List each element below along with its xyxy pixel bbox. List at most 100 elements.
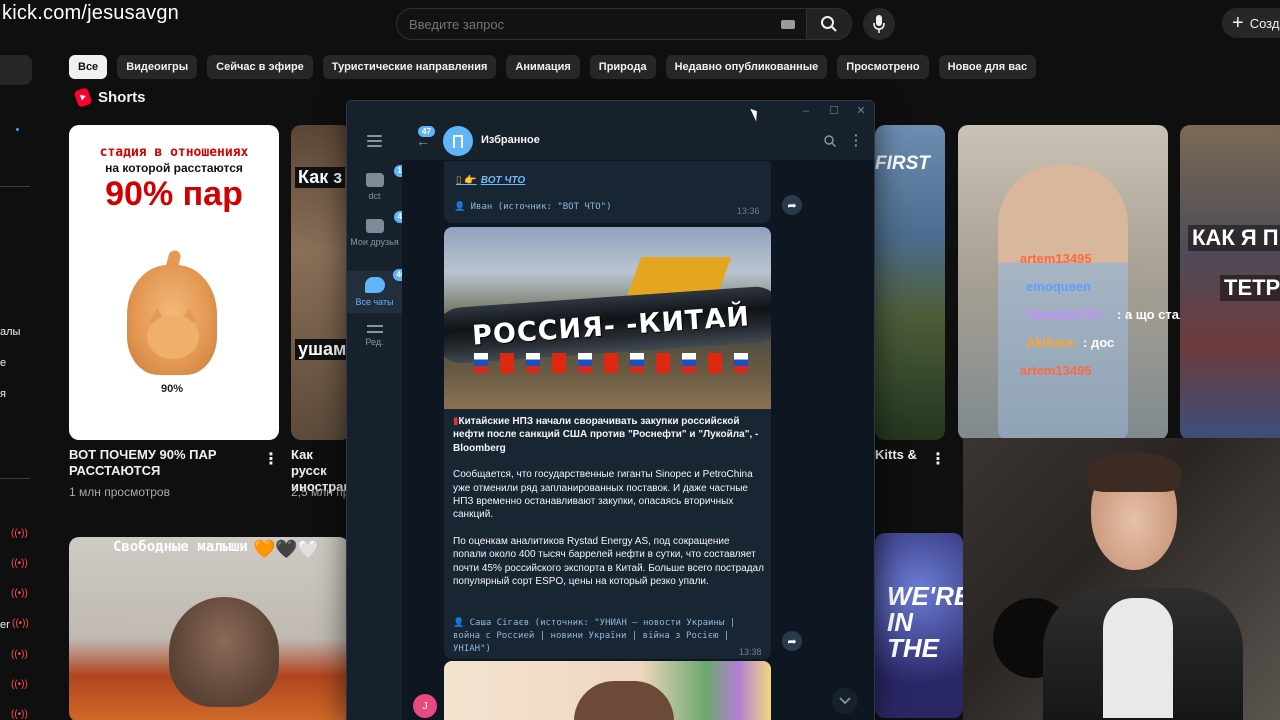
sidebar-item-label[interactable]: er (0, 619, 10, 631)
pointing-emoji-icon: ▯ 👉 (456, 175, 477, 186)
chat-title[interactable]: Избранное (481, 134, 540, 146)
folder-edit[interactable]: Ред. (347, 325, 402, 361)
shorts-section-header: Shorts (73, 87, 146, 108)
short-thumbnail[interactable]: КАК Я П ТЕТР (1180, 125, 1280, 440)
hearts-emoji: 🧡🖤🤍 (253, 539, 321, 559)
share-icon[interactable]: ➦ (782, 195, 802, 215)
keyboard-icon[interactable] (781, 20, 795, 29)
sidebar-item-home[interactable] (0, 55, 32, 85)
folder-sidebar: 188 dct 44 Мои друзья 407 Все чаты Ред. (347, 121, 415, 720)
video-title[interactable]: Kitts & (875, 447, 925, 463)
thumbnail-text: WE'RE IN THE (887, 581, 963, 663)
streamer-hair (1087, 452, 1181, 492)
chip[interactable]: Природа (589, 55, 656, 79)
stream-watermark: kick.com/jesusavgn (2, 2, 179, 24)
short-thumbnail[interactable]: стадия в отношениях на которой расстаютс… (69, 125, 279, 440)
short-thumbnail[interactable]: FIRST (875, 125, 945, 440)
search-icon[interactable] (824, 134, 837, 152)
message-list: ▯ 👉 ВОТ ЧТО 👤 Иван (источник: "ВОТ ЧТО") … (402, 161, 874, 720)
folder-label: dct (368, 191, 381, 201)
flags-image (474, 353, 771, 377)
chip[interactable]: Просмотрено (837, 55, 929, 79)
message-photo[interactable]: РОССИЯ- -КИТАЙ (444, 227, 771, 409)
folder-icon: 44 (365, 211, 411, 233)
cat-image (169, 597, 279, 707)
streamer-webcam (963, 438, 1280, 720)
create-label: Созд (1249, 15, 1280, 31)
scroll-down-button[interactable] (832, 688, 858, 714)
video-title[interactable]: ВОТ ПОЧЕМУ 90% ПАР РАССТАЮТСЯ (69, 447, 254, 479)
menu-icon[interactable] (367, 135, 382, 150)
search-icon (821, 16, 837, 32)
stream-chat-message: : дос (1083, 335, 1115, 350)
sidebar-divider (0, 478, 30, 479)
microphone-icon (873, 15, 885, 33)
sidebar-item-label[interactable]: е (0, 357, 6, 369)
create-button[interactable]: + Созд (1222, 8, 1280, 38)
folder-label: Ред. (365, 337, 384, 347)
stream-chat-name: Yaroslav753 (1026, 307, 1102, 322)
short-thumbnail[interactable]: WE'RE IN THE (875, 533, 963, 718)
live-icon: ((•)) (11, 649, 28, 660)
message-bubble[interactable]: ▯ 👉 ВОТ ЧТО 👤 Иван (источник: "ВОТ ЧТО") … (444, 161, 771, 223)
live-icon: ((•)) (11, 558, 28, 569)
short-thumbnail[interactable]: Свободные малыши 🧡🖤🤍 (69, 537, 349, 720)
more-options-icon[interactable]: ⋮ (930, 452, 946, 468)
more-icon[interactable]: · · · (854, 128, 859, 152)
sliders-icon (366, 325, 383, 333)
search-box[interactable] (396, 8, 808, 40)
screen: kick.com/jesusavgn + Созд алы е я er ((•… (0, 0, 1280, 720)
live-icon: ((•)) (11, 679, 28, 690)
message-headline: ▮Китайские НПЗ начали сворачивать закупк… (453, 416, 759, 454)
maximize-icon[interactable]: ☐ (827, 104, 841, 118)
message-paragraph: Сообщается, что государственные гиганты … (453, 469, 753, 521)
user-avatar[interactable]: J (413, 694, 437, 718)
forward-source[interactable]: 👤 Саша Сігаєв (источник: "УНИАН – новост… (453, 617, 758, 656)
folder-all-chats[interactable]: 407 Все чаты (347, 269, 414, 313)
search-input[interactable] (397, 9, 757, 39)
shorts-icon (73, 87, 93, 108)
message-link[interactable]: ▯ 👉 ВОТ ЧТО (456, 175, 525, 186)
voice-search-button[interactable] (863, 8, 895, 40)
share-icon[interactable]: ➦ (782, 631, 802, 651)
person-image (574, 681, 674, 720)
message-time: 13:38 (739, 647, 762, 657)
folder-dct[interactable]: 188 dct (347, 165, 415, 213)
chip[interactable]: Новое для вас (938, 55, 1037, 79)
saved-messages-avatar[interactable] (443, 126, 473, 156)
search-button[interactable] (806, 8, 852, 40)
more-options-icon[interactable]: ⋮ (263, 452, 279, 468)
thumbnail-text: FIRST (875, 153, 930, 174)
chip[interactable]: Туристические направления (322, 55, 497, 79)
video-views: 2,5 млн пр (291, 485, 347, 499)
unread-badge: 47 (418, 126, 435, 137)
filter-chips: Все Видеоигры Сейчас в эфире Туристическ… (69, 55, 1037, 79)
chip[interactable]: Анимация (506, 55, 580, 79)
message-photo[interactable] (444, 661, 771, 720)
live-icon: ((•)) (11, 528, 28, 539)
chat-header: ← 47 Избранное · · · (402, 121, 874, 161)
sidebar-item-label[interactable]: алы (0, 326, 20, 338)
sidebar-item-label[interactable]: я (0, 388, 6, 400)
live-icon: ((•)) (12, 618, 29, 629)
close-icon[interactable]: ✕ (854, 104, 868, 118)
chip[interactable]: Недавно опубликованные (665, 55, 828, 79)
minimize-icon[interactable]: – (799, 104, 813, 118)
chip[interactable]: Сейчас в эфире (207, 55, 313, 79)
bookmark-icon (453, 134, 463, 153)
window-titlebar[interactable]: – ☐ ✕ (347, 101, 874, 121)
message-bubble[interactable]: РОССИЯ- -КИТАЙ ▮Китайские НПЗ начали сво… (444, 227, 771, 659)
chip-all[interactable]: Все (69, 55, 108, 79)
chip[interactable]: Видеоигры (117, 55, 198, 79)
forward-source[interactable]: 👤 Иван (источник: "ВОТ ЧТО") (454, 202, 612, 212)
thumbnail-text: Свободные малыши (113, 539, 248, 555)
folder-icon: 188 (365, 165, 415, 187)
short-thumbnail[interactable]: Как з ушам (291, 125, 351, 440)
chats-icon: 407 (364, 269, 414, 293)
stream-chat-name: Akihara (1026, 335, 1074, 350)
folder-friends[interactable]: 44 Мои друзья (347, 211, 411, 265)
thumbnail-text: 90% пар (105, 175, 243, 213)
thumbnail-text: 90% (161, 383, 184, 395)
message-time: 13:36 (737, 206, 760, 216)
chevron-down-icon (839, 697, 851, 705)
